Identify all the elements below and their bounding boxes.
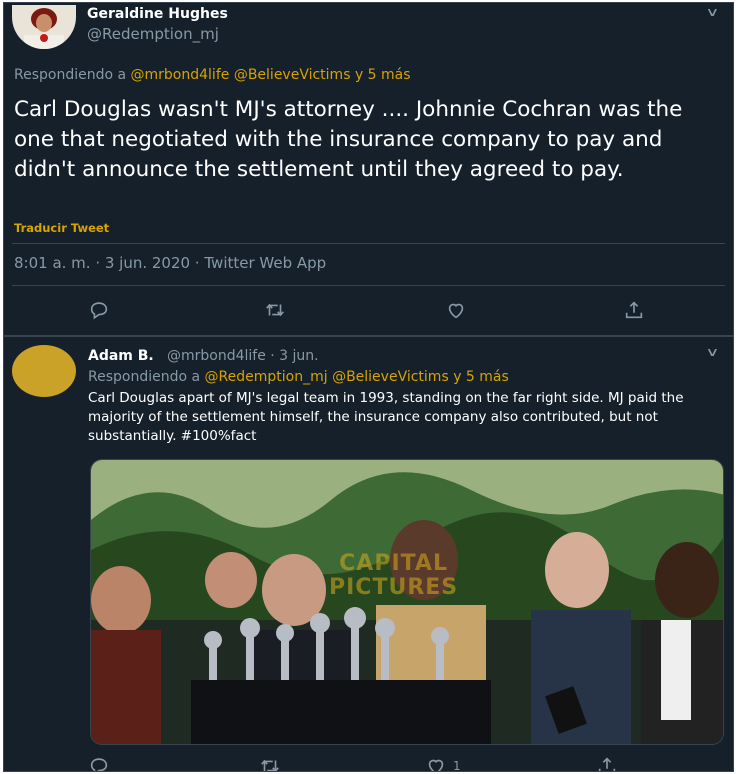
reply-button[interactable] [88, 299, 110, 321]
author-handle[interactable]: @Redemption_mj [87, 25, 219, 43]
timeline: Geraldine Hughes @Redemption_mj ∨ Respon… [3, 2, 734, 772]
tweet-text: Carl Douglas wasn't MJ's attorney .... J… [14, 97, 683, 182]
share-button[interactable] [596, 755, 618, 771]
divider [12, 285, 725, 286]
reply-prefix: Respondiendo a [88, 369, 201, 385]
action-bar [4, 299, 733, 327]
reply-mentions[interactable]: @mrbond4life @BelieveVictims y 5 más [131, 67, 411, 83]
author-handle[interactable]: @mrbond4life · 3 jun. [167, 348, 319, 364]
retweet-button[interactable] [259, 755, 281, 771]
share-button[interactable] [623, 299, 645, 321]
divider [4, 335, 733, 337]
like-count: 1 [453, 759, 461, 772]
chevron-down-icon[interactable]: ∨ [705, 5, 719, 19]
reply-context: Respondiendo a @Redemption_mj @BelieveVi… [88, 369, 509, 385]
reply-context: Respondiendo a @mrbond4life @BelieveVict… [14, 67, 411, 83]
retweet-button[interactable] [264, 299, 286, 321]
reply-mentions[interactable]: @Redemption_mj @BelieveVictims y 5 más [205, 369, 509, 385]
divider [12, 243, 725, 244]
avatar[interactable] [12, 5, 76, 49]
photo-watermark: CAPITAL PICTURES [329, 552, 458, 600]
action-bar: 1 [4, 755, 733, 772]
avatar[interactable] [12, 345, 76, 397]
share-icon [625, 301, 643, 319]
like-button[interactable] [445, 299, 467, 321]
watermark-line: CAPITAL [339, 551, 448, 576]
tweet-text: Carl Douglas apart of MJ's legal team in… [88, 390, 684, 444]
author-name[interactable]: Geraldine Hughes [87, 6, 228, 22]
like-button[interactable]: 1 [425, 755, 461, 772]
like-icon [428, 759, 444, 771]
translate-link[interactable]: Traducir Tweet [14, 221, 109, 235]
chevron-down-icon[interactable]: ∨ [705, 345, 719, 359]
watermark-line: PICTURES [329, 575, 459, 600]
tweet-photo[interactable]: CAPITAL PICTURES [90, 459, 724, 745]
share-icon [598, 757, 616, 771]
like-icon [448, 303, 464, 319]
reply-icon [90, 758, 108, 771]
author-name[interactable]: Adam B. [88, 348, 154, 364]
reply-button[interactable] [88, 755, 110, 771]
retweet-icon [261, 759, 279, 771]
timestamp[interactable]: 8:01 a. m. · 3 jun. 2020 · Twitter Web A… [14, 254, 326, 272]
reply-icon [90, 302, 108, 320]
reply-prefix: Respondiendo a [14, 67, 127, 83]
retweet-icon [266, 303, 284, 317]
